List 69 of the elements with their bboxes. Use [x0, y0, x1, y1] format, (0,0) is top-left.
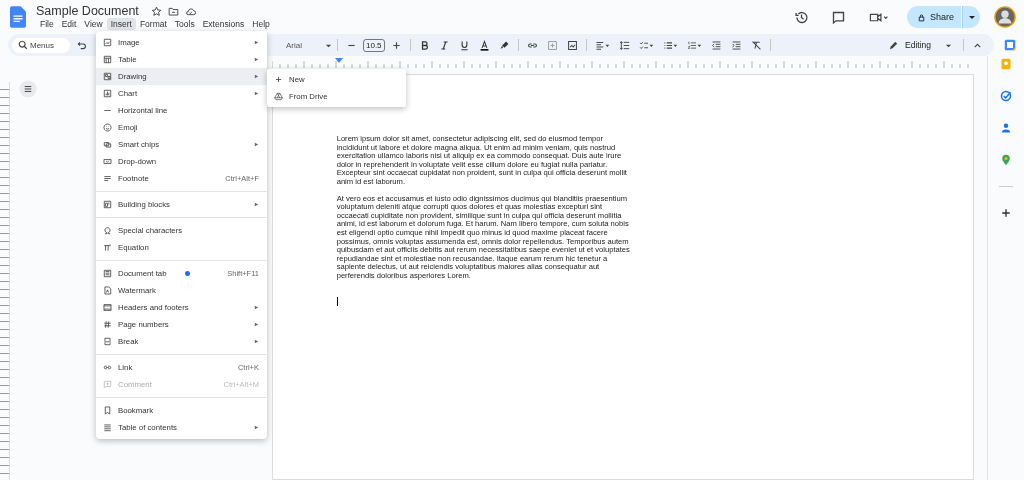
blocks-icon [103, 200, 112, 209]
star-icon[interactable] [150, 5, 162, 17]
highlighter-icon[interactable] [498, 39, 510, 51]
menu-item[interactable]: Tools [170, 18, 199, 30]
menu-item[interactable]: Help [248, 18, 274, 30]
menu-item[interactable]: View [80, 18, 107, 30]
chips-icon [103, 140, 112, 149]
map-pin-icon[interactable] [1000, 154, 1013, 166]
search-icon [18, 40, 28, 50]
image-icon[interactable] [566, 39, 578, 51]
document-tab-icon [103, 269, 112, 278]
line-spacing-icon[interactable] [618, 39, 630, 51]
omega-icon [103, 226, 112, 235]
underline-icon[interactable] [458, 39, 470, 51]
chart-icon [103, 89, 112, 98]
image-icon [103, 38, 112, 47]
plus-icon [274, 75, 283, 84]
undo-icon[interactable] [76, 39, 87, 51]
drive-icon [274, 92, 283, 101]
tasks-icon[interactable] [1000, 90, 1013, 102]
link-icon [103, 363, 112, 372]
emoji-icon [103, 123, 112, 132]
caret-icon [967, 13, 976, 21]
increase-indent-icon[interactable] [730, 39, 742, 51]
list-icon [103, 423, 112, 432]
text-cursor [336, 296, 338, 306]
menu-item[interactable]: File [36, 18, 58, 30]
text-color-icon[interactable] [478, 39, 490, 51]
pencil-icon [888, 39, 899, 51]
share-options-button[interactable] [962, 6, 980, 28]
folder-icon[interactable] [167, 5, 179, 17]
lock-icon [916, 12, 926, 22]
bookmark-icon [103, 406, 112, 415]
menus-search-field[interactable]: Menus [12, 37, 70, 53]
outline-icon[interactable] [18, 80, 37, 98]
calendar-icon[interactable] [1004, 39, 1016, 51]
avatar-icon[interactable] [994, 6, 1016, 28]
font-size-field[interactable]: 10.5 [363, 38, 385, 52]
editing-mode-dropdown[interactable]: Editing [882, 39, 958, 51]
header-icon [103, 303, 112, 312]
comment-add-icon [103, 380, 112, 389]
history-icon[interactable] [793, 9, 809, 25]
add-icon[interactable] [1000, 207, 1013, 219]
drawing-icon [103, 72, 112, 81]
menu-item[interactable]: Insert [106, 18, 136, 30]
font-dropdown[interactable]: Arial [286, 40, 332, 50]
table-icon [103, 55, 112, 64]
decrease-indent-icon[interactable] [710, 39, 722, 51]
menu-item[interactable]: Format [135, 18, 171, 30]
watermark-icon [103, 286, 112, 295]
document-title[interactable]: Sample Document [36, 4, 139, 18]
break-icon [103, 337, 112, 346]
dropdown-icon [103, 157, 112, 166]
footnote-icon [103, 174, 112, 183]
menu-item[interactable]: Edit [57, 18, 81, 30]
cloud-icon[interactable] [184, 5, 196, 17]
docs-logo-icon[interactable] [10, 6, 26, 28]
comment-icon[interactable] [830, 9, 846, 25]
contacts-icon[interactable] [1000, 122, 1013, 134]
plus-icon[interactable] [390, 39, 402, 51]
hash-icon [103, 320, 112, 329]
checklist-icon[interactable] [638, 39, 654, 51]
align-icon[interactable] [594, 39, 610, 51]
numbered-list-icon[interactable] [686, 39, 702, 51]
menu-item[interactable]: Extensions [198, 18, 249, 30]
italic-icon[interactable] [438, 39, 450, 51]
pi-icon [103, 243, 112, 252]
share-button[interactable]: Share [906, 6, 961, 28]
clear-formatting-icon[interactable] [750, 39, 762, 51]
